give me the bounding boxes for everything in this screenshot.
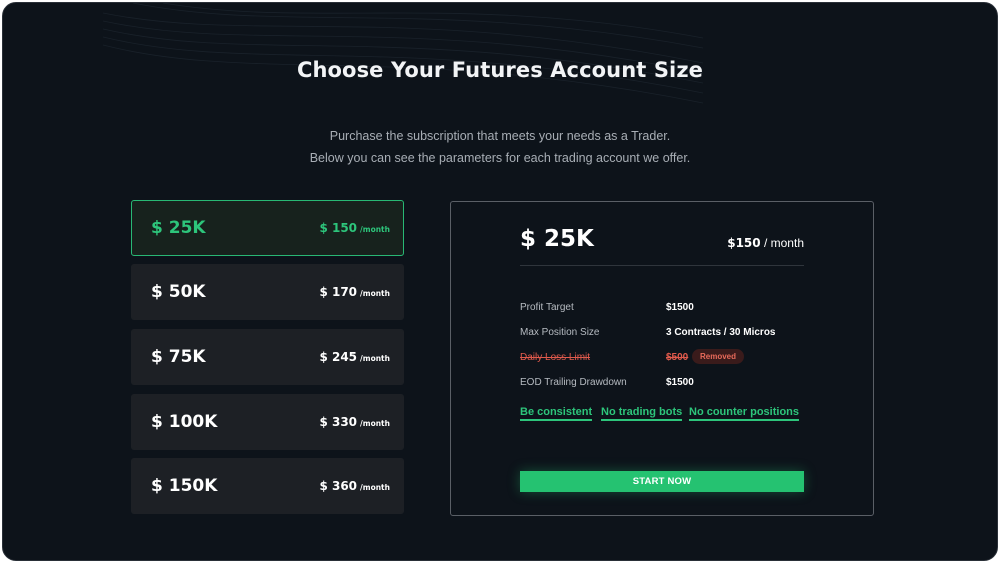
- plan-price: $ 245/month: [319, 350, 390, 364]
- row-label: EOD Trailing Drawdown: [520, 377, 627, 388]
- detail-row-eod-drawdown: EOD Trailing Drawdown $1500: [520, 377, 804, 393]
- plan-price: $ 360/month: [319, 479, 390, 493]
- removed-badge: Removed: [692, 349, 745, 364]
- plan-option-150k[interactable]: $ 150K $ 360/month: [131, 458, 404, 514]
- plan-price: $ 150/month: [319, 221, 390, 235]
- row-value: 3 Contracts / 30 Micros: [666, 327, 776, 338]
- detail-row-profit-target: Profit Target $1500: [520, 302, 804, 318]
- plan-size: $ 75K: [151, 347, 206, 367]
- detail-price: $150 / month: [727, 236, 804, 250]
- plan-option-100k[interactable]: $ 100K $ 330/month: [131, 394, 404, 450]
- subtitle-line-2: Below you can see the parameters for eac…: [309, 151, 691, 165]
- page-title: Choose Your Futures Account Size: [296, 58, 704, 82]
- plan-price: $ 170/month: [319, 285, 390, 299]
- row-label: Max Position Size: [520, 327, 600, 338]
- divider: [520, 265, 804, 266]
- row-label: Profit Target: [520, 302, 574, 313]
- plan-size: $ 50K: [151, 282, 206, 302]
- plan-size: $ 150K: [151, 476, 218, 496]
- plan-detail-panel: $ 25K $150 / month Profit Target $1500 M…: [450, 201, 874, 516]
- row-label: Daily Loss Limit: [520, 352, 591, 363]
- row-value: $500: [666, 352, 689, 363]
- plan-option-25k[interactable]: $ 25K $ 150/month: [131, 200, 404, 256]
- rule-no-counter-positions[interactable]: No counter positions: [689, 406, 799, 421]
- subtitle-line-1: Purchase the subscription that meets you…: [329, 129, 671, 143]
- detail-row-daily-loss: Daily Loss Limit $500 Removed: [520, 349, 804, 368]
- pricing-page: Choose Your Futures Account Size Purchas…: [2, 2, 998, 561]
- detail-row-max-position: Max Position Size 3 Contracts / 30 Micro…: [520, 327, 804, 343]
- rule-be-consistent[interactable]: Be consistent: [520, 406, 593, 421]
- plan-option-50k[interactable]: $ 50K $ 170/month: [131, 264, 404, 320]
- plan-size: $ 100K: [151, 412, 218, 432]
- row-value: $1500: [666, 377, 694, 388]
- start-now-button[interactable]: START NOW: [520, 471, 804, 492]
- row-value: $1500: [666, 302, 694, 313]
- plan-option-75k[interactable]: $ 75K $ 245/month: [131, 329, 404, 385]
- plan-price: $ 330/month: [319, 415, 390, 429]
- plan-size: $ 25K: [151, 218, 206, 238]
- rule-no-trading-bots[interactable]: No trading bots: [601, 406, 683, 421]
- detail-size: $ 25K: [520, 226, 594, 252]
